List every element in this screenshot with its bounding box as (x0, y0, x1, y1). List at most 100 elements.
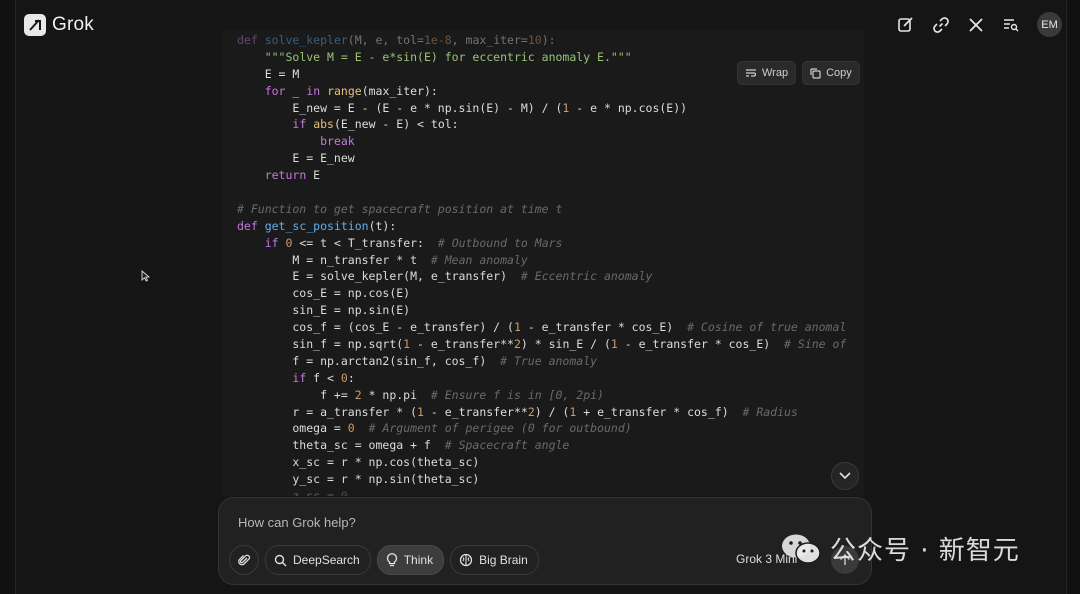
code-token: """Solve M = E - e*sin(E) for eccentric … (264, 49, 632, 64)
code-token: def (237, 218, 265, 233)
grok-logo[interactable]: Grok (24, 14, 94, 36)
header-actions: EM (893, 12, 1062, 37)
prompt-input[interactable]: How can Grok help? (238, 515, 356, 530)
attach-button[interactable] (229, 545, 259, 575)
code-token: # Argument of perigee (0 for outbound) (368, 421, 632, 436)
code-line: for _ in range(max_iter): (237, 83, 846, 100)
code-token: - e_transfer** (423, 404, 528, 419)
x-logo-icon (968, 17, 983, 32)
code-token: 1 (417, 404, 424, 419)
think-label: Think (403, 553, 434, 567)
grok-logo-icon (24, 14, 46, 36)
code-token: 2 (354, 387, 362, 402)
code-token: if (292, 117, 307, 132)
history-search-button[interactable] (998, 12, 1023, 37)
think-button[interactable]: Think (376, 545, 445, 575)
big-brain-button[interactable]: Big Brain (450, 545, 539, 575)
x-share-button[interactable] (963, 12, 988, 37)
code-token: (max_iter): (361, 83, 438, 98)
code-line: M = n_transfer * t # Mean anomaly (237, 252, 846, 269)
code-token: y_sc = r * np.sin(theta_sc) (237, 472, 480, 487)
code-token: - e_transfer * cos_E) (617, 337, 785, 352)
code-line: x_sc = r * np.cos(theta_sc) (237, 454, 846, 471)
code-token: ) / ( (534, 404, 570, 419)
code-token: z_sc = (237, 489, 341, 496)
deepsearch-label: DeepSearch (293, 553, 360, 567)
code-token: M = n_transfer * t (237, 252, 431, 267)
code-token: E (306, 168, 321, 183)
search-icon (274, 554, 287, 566)
code-token: x_sc = r * np.cos(theta_sc) (237, 455, 480, 470)
code-token: cos_f = (cos_E - e_transfer) / ( (237, 320, 514, 335)
code-token: (t): (368, 218, 397, 233)
code-token: ): (541, 33, 556, 47)
code-token: E = E_new (237, 151, 355, 166)
composer-tools: DeepSearch Think Big Brain (229, 545, 539, 575)
brain-icon (459, 553, 473, 567)
code-token: : (347, 370, 355, 385)
wrap-icon (746, 69, 757, 77)
code-token: - e * np.cos(E)) (569, 100, 688, 115)
code-token: sin_f = np.sqrt( (237, 337, 404, 352)
code-line: break (237, 133, 846, 150)
code-block: def solve_kepler(M, e, tol=1e-8, max_ite… (222, 30, 864, 496)
code-token: for (264, 83, 286, 98)
code-token: theta_sc = omega + f (237, 438, 445, 453)
deepsearch-button[interactable]: DeepSearch (265, 545, 371, 575)
code-line: theta_sc = omega + f # Spacecraft angle (237, 437, 846, 454)
code-token: , max_iter= (451, 33, 528, 47)
code-token: E_new = E - (E - e * np.sin(E) - M) / ( (237, 100, 563, 115)
code-token: solve_kepler (264, 33, 348, 47)
code-token: f = np.arctan2(sin_f, cos_f) (237, 353, 501, 368)
code-token: 10 (527, 33, 542, 47)
code-token: abs (313, 117, 334, 132)
code-token: # Cosine of true anomal (687, 320, 847, 335)
code-token: 2 (527, 404, 535, 419)
code-token: get_sc_position (264, 218, 369, 233)
mouse-cursor-icon (141, 270, 150, 282)
code-line: if f < 0: (237, 370, 846, 387)
code-content: def solve_kepler(M, e, tol=1e-8, max_ite… (237, 32, 846, 496)
watermark: 公众号 · 新智元 (780, 530, 1020, 567)
code-line: cos_f = (cos_E - e_transfer) / (1 - e_tr… (237, 319, 846, 336)
code-token: (M, e, tol= (347, 33, 424, 47)
code-token: # Sine of (784, 337, 847, 352)
code-token: if (264, 235, 279, 250)
code-token: break (320, 134, 355, 149)
wrap-button[interactable]: Wrap (737, 61, 797, 85)
scroll-down-button[interactable] (831, 462, 859, 490)
list-search-icon (1004, 19, 1019, 32)
code-token: 1 (513, 320, 521, 335)
code-line: E_new = E - (E - e * np.sin(E) - M) / (1… (237, 100, 846, 117)
code-token: # Spacecraft angle (444, 438, 570, 453)
code-token: 0 (340, 370, 348, 385)
app-window: Grok EM def solve_kepler(M, e, tol=1e-8,… (0, 0, 1080, 594)
code-token: E = solve_kepler(M, e_transfer) (237, 269, 521, 284)
code-line: f = np.arctan2(sin_f, cos_f) # True anom… (237, 353, 846, 370)
code-line: omega = 0 # Argument of perigee (0 for o… (237, 420, 846, 437)
code-token: 0 (347, 421, 355, 436)
code-token: sin_E = np.sin(E) (237, 303, 411, 318)
copy-label: Copy (826, 67, 852, 79)
code-token: 2 (513, 337, 521, 352)
big-brain-label: Big Brain (479, 553, 528, 567)
code-token: def (237, 33, 265, 47)
code-token: <= t < T_transfer: (292, 235, 438, 250)
code-line: y_sc = r * np.sin(theta_sc) (237, 471, 846, 488)
code-line: return E (237, 167, 846, 184)
share-link-button[interactable] (928, 12, 953, 37)
new-chat-button[interactable] (893, 12, 918, 37)
code-token: ) * sin_E / ( (520, 337, 611, 352)
code-line: if 0 <= t < T_transfer: # Outbound to Ma… (237, 235, 846, 252)
code-token: (E_new - E) < tol: (333, 117, 459, 132)
left-edge (0, 0, 16, 594)
copy-button[interactable]: Copy (802, 61, 860, 85)
code-token: omega = (237, 421, 348, 436)
code-line: sin_E = np.sin(E) (237, 302, 846, 319)
chevron-down-icon (839, 472, 851, 480)
composer: How can Grok help? DeepSearch Think Big … (218, 497, 872, 585)
avatar[interactable]: EM (1037, 12, 1062, 37)
